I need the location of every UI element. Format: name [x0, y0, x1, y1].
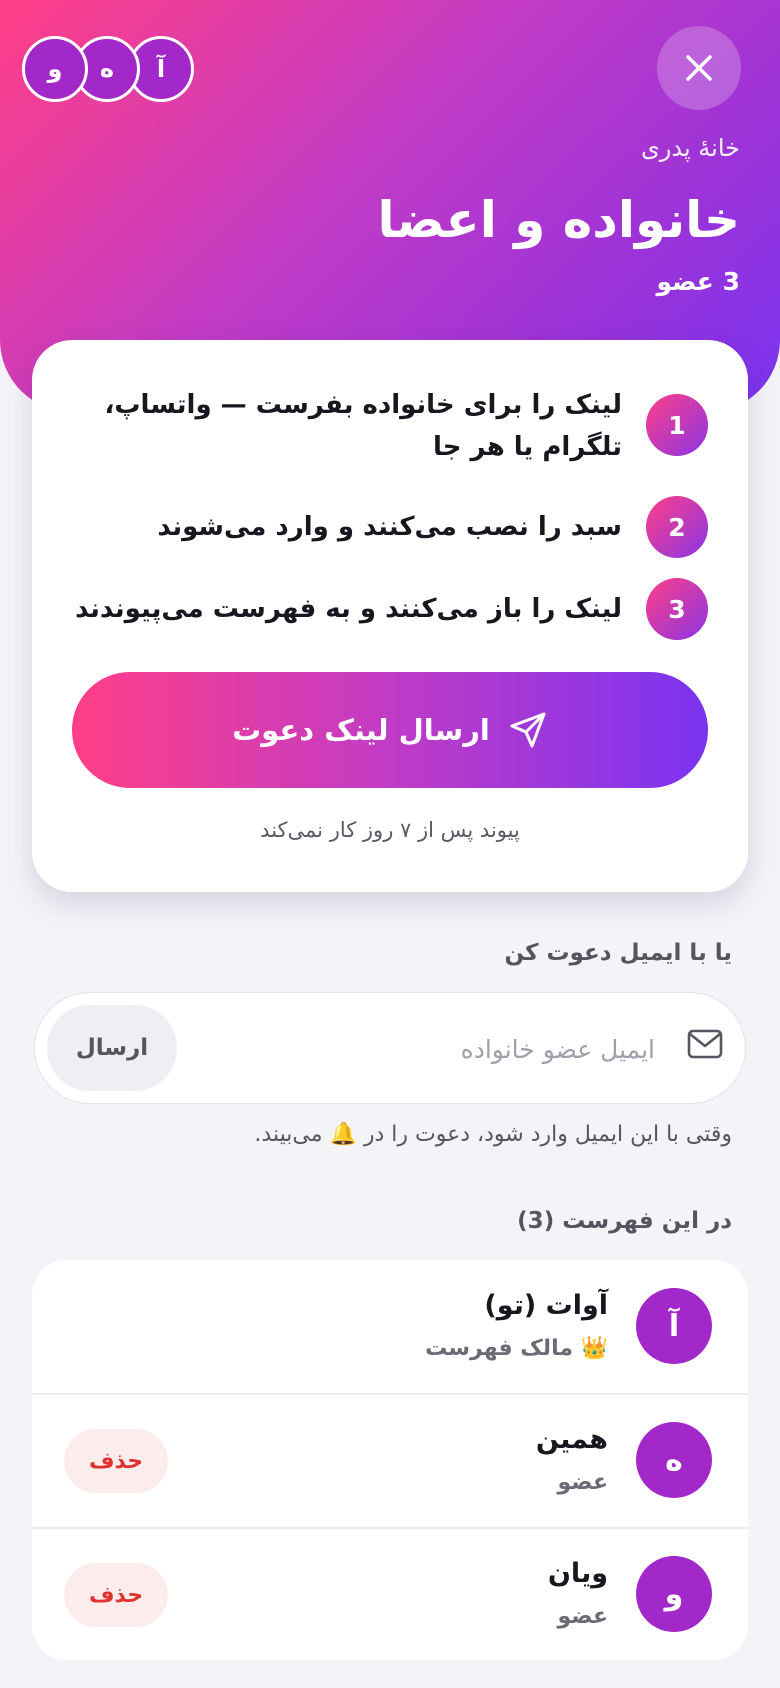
member-name: همین — [535, 1424, 608, 1455]
step-item: 2 سبد را نصب می‌کنند و وارد می‌شوند — [72, 496, 708, 558]
list-name: خانهٔ پدری — [641, 134, 740, 162]
step-text: سبد را نصب می‌کنند و وارد می‌شوند — [157, 512, 622, 542]
step-text: لینک را برای خانواده بفرست — واتساپ، تلگ… — [104, 390, 622, 462]
close-button[interactable] — [657, 26, 741, 110]
email-invite-label: یا با ایمیل دعوت کن — [504, 940, 732, 966]
avatar: و — [22, 36, 88, 102]
link-expiry-note: پیوند پس از ۷ روز کار نمی‌کند — [260, 818, 520, 842]
email-invite-field: ارسال — [34, 992, 746, 1104]
mail-icon — [687, 1029, 723, 1059]
list-item: ه همین عضو حذف — [32, 1394, 748, 1528]
step-item: 1 لینک را برای خانواده بفرست — واتساپ، ت… — [72, 384, 708, 468]
member-name: آوات (تو) — [484, 1290, 608, 1321]
step-number: 2 — [646, 496, 708, 558]
member-count: 3 عضو — [656, 267, 741, 296]
list-item: آ آوات (تو) 👑 مالک فهرست — [32, 1260, 748, 1394]
email-invite-hint: وقتی با این ایمیل وارد شود، دعوت را در 🔔… — [254, 1122, 732, 1147]
step-number: 3 — [646, 578, 708, 640]
email-input[interactable] — [233, 1021, 657, 1077]
members-section-label: در این فهرست (3) — [517, 1208, 732, 1234]
step-item: 3 لینک را باز می‌کنند و به فهرست می‌پیون… — [72, 578, 708, 640]
avatar: و — [636, 1556, 712, 1632]
send-email-invite-button[interactable]: ارسال — [47, 1005, 177, 1091]
step-text: لینک را باز می‌کنند و به فهرست می‌پیوندن… — [75, 594, 622, 624]
close-icon — [686, 55, 712, 81]
send-icon — [510, 712, 546, 748]
avatar: ه — [636, 1422, 712, 1498]
members-list: آ آوات (تو) 👑 مالک فهرست ه همین عضو حذف … — [32, 1260, 748, 1660]
step-number: 1 — [646, 394, 708, 456]
member-role: عضو — [557, 1604, 609, 1629]
invite-card: 1 لینک را برای خانواده بفرست — واتساپ، ت… — [32, 340, 748, 892]
member-avatar-stack: و ه آ — [22, 36, 196, 102]
remove-member-button[interactable]: حذف — [64, 1563, 168, 1627]
member-role: عضو — [557, 1470, 609, 1495]
avatar: آ — [636, 1288, 712, 1364]
remove-member-button[interactable]: حذف — [64, 1429, 168, 1493]
send-invite-link-label: ارسال لینک دعوت — [232, 713, 490, 747]
member-name: ویان — [547, 1558, 608, 1589]
member-role: 👑 مالک فهرست — [425, 1336, 608, 1361]
send-invite-link-button[interactable]: ارسال لینک دعوت — [72, 672, 708, 788]
page-title: خانواده و اعضا — [377, 191, 740, 249]
list-item: و ویان عضو حذف — [32, 1528, 748, 1660]
